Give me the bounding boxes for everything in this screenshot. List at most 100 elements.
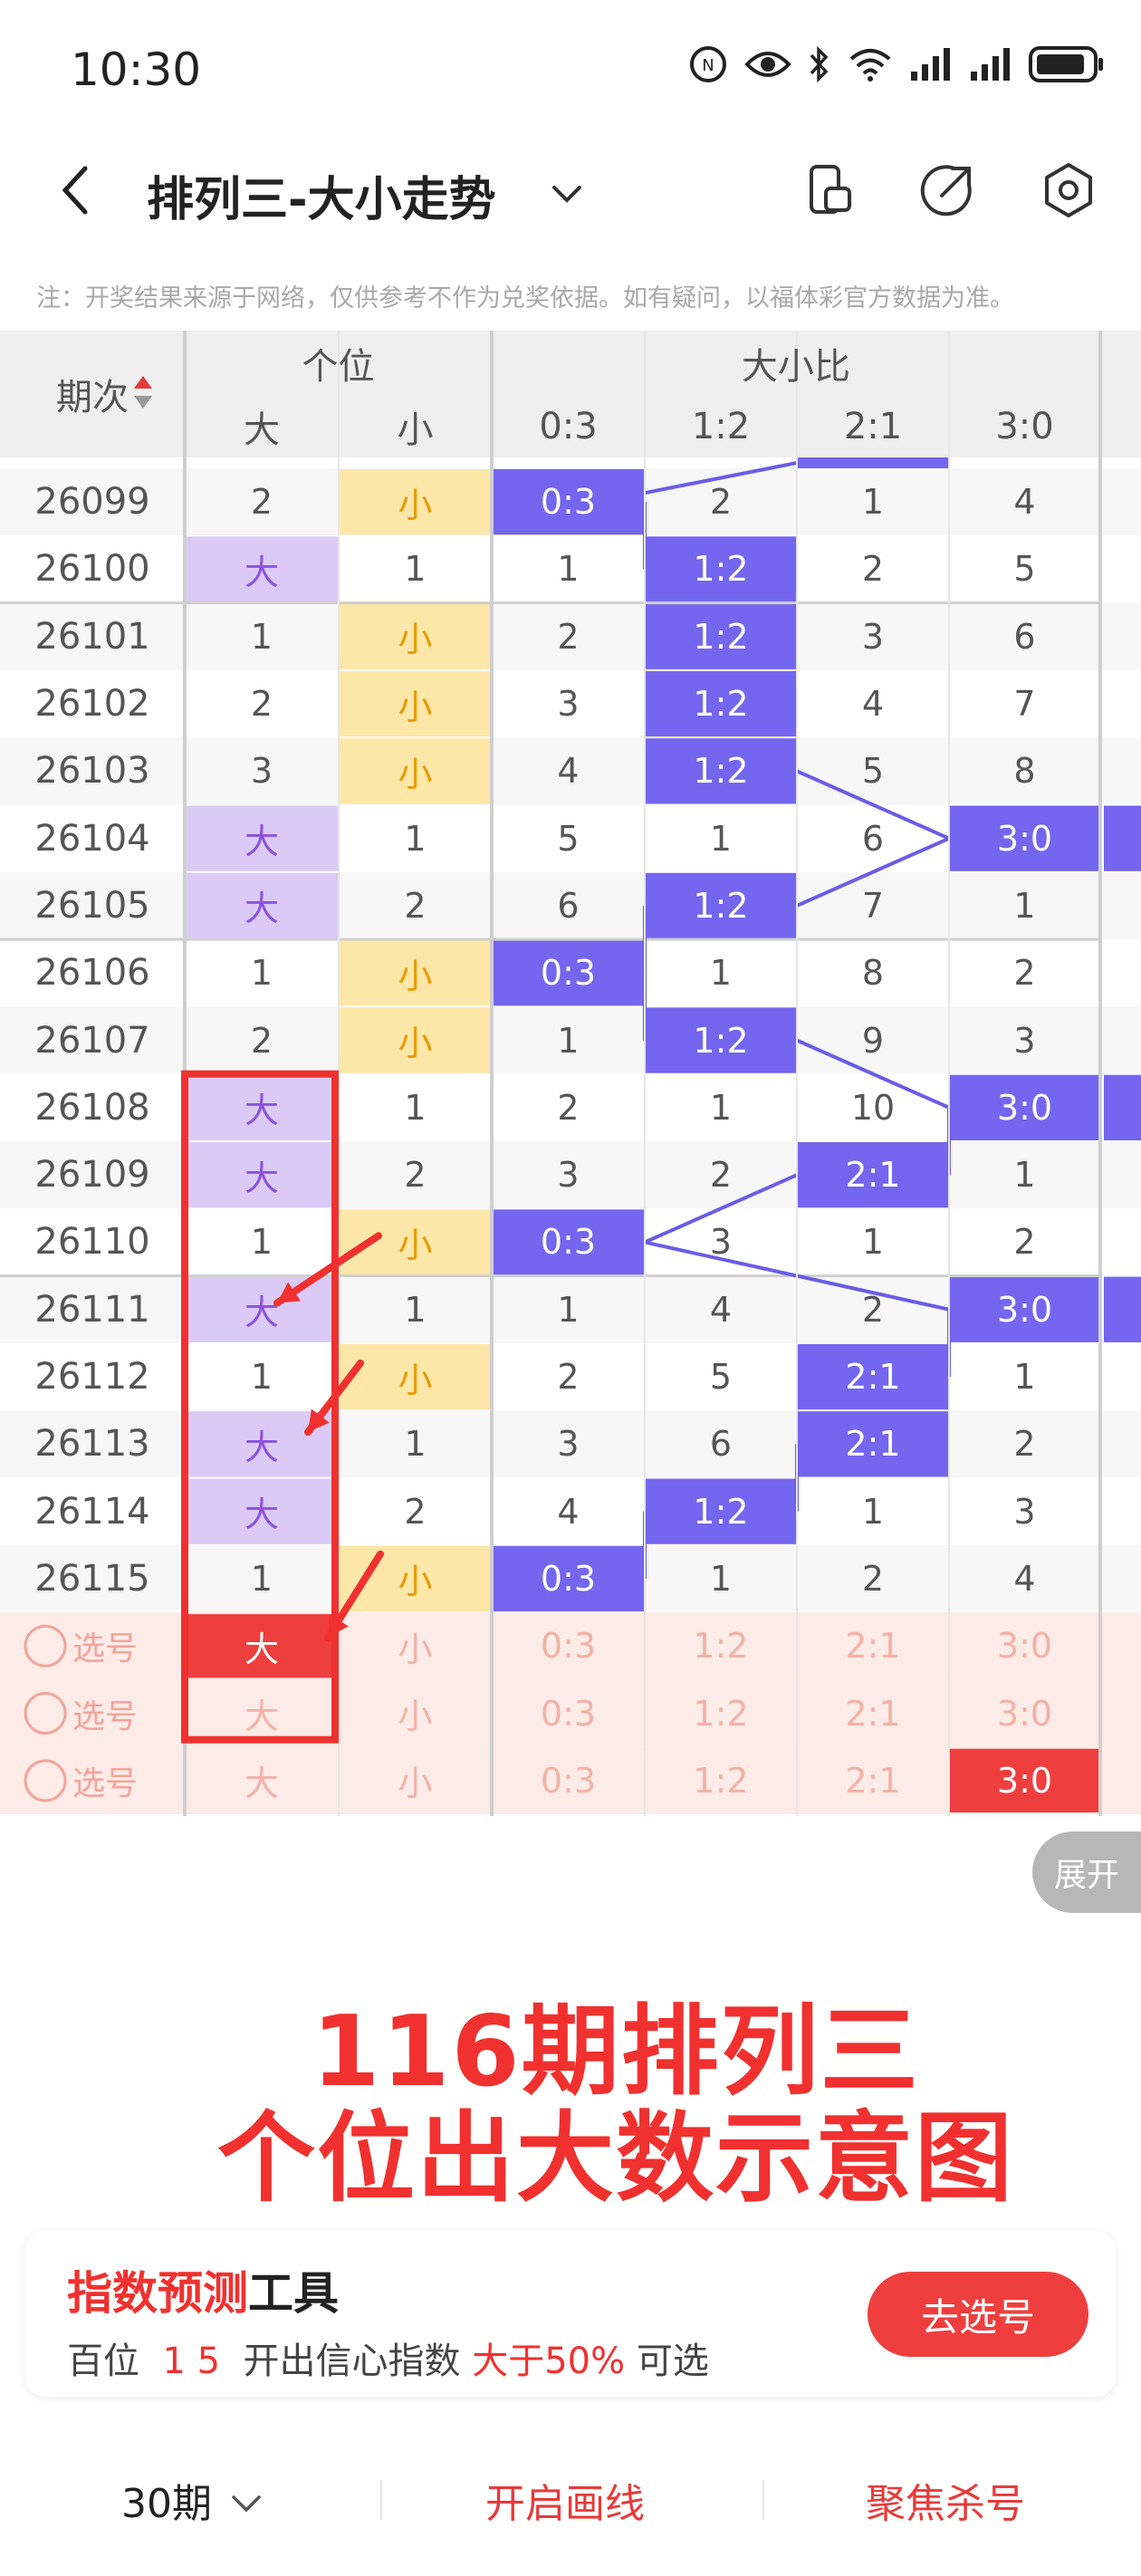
column-header: 3:0 [995,406,1054,447]
issue-number: 26105 [34,884,150,927]
select-option-cell[interactable]: 小 [339,1679,492,1746]
hit-cell: 3:0 [996,818,1053,859]
select-option-cell[interactable]: 3:0 [949,1612,1100,1679]
hit-cell: 小 [398,1562,433,1602]
page-title[interactable]: 排列三-大小走势 [147,161,496,229]
hit-cell: 1:2 [693,549,749,590]
battery-icon [1029,43,1105,85]
toolbar-divider [762,2480,764,2520]
desc-prefix: 百位 [67,2341,163,2382]
select-option-cell[interactable]: 3:0 [949,1747,1100,1814]
miss-count-cell: 3 [557,684,580,725]
miss-count-cell: 5 [557,818,580,859]
chevron-down-icon [232,2495,261,2513]
hit-cell: 小 [398,485,433,525]
column-header: 小 [397,409,434,451]
miss-count-cell: 3 [1013,1020,1036,1061]
miss-count-cell: 2 [861,549,885,590]
hit-cell: 小 [398,1360,433,1400]
miss-count-cell: 2 [861,1558,885,1599]
hit-cell: 小 [398,687,433,727]
signal-icon [909,43,953,85]
miss-count-cell: 1 [250,616,273,657]
overlay-caption-line2: 个位出大数示意图 [216,2102,1014,2216]
svg-text:N: N [702,56,714,75]
miss-count-cell: 1 [404,549,427,590]
miss-count-cell: 1 [709,1558,733,1599]
select-option-cell[interactable]: 3:0 [949,1679,1100,1746]
hit-cell: 1:2 [693,751,749,792]
miss-count-cell: 7 [1013,684,1036,725]
miss-count-cell: 4 [557,751,580,792]
settings-icon [1045,163,1092,217]
tool-title-suffix: 工具 [248,2267,339,2320]
back-button[interactable] [51,163,105,217]
focus-kill-button[interactable]: 聚焦杀号 [866,2471,1025,2529]
miss-count-cell: 8 [1013,751,1036,792]
miss-count-cell: 7 [861,885,885,926]
hit-cell: 0:3 [540,1558,597,1599]
issue-number: 26102 [34,683,150,726]
select-option-cell[interactable]: 大 [185,1747,339,1814]
desc-numbers: 1 5 [162,2341,221,2382]
go-select-button[interactable]: 去选号 [868,2272,1088,2357]
select-option-cell[interactable]: 1:2 [645,1679,797,1746]
select-option-cell[interactable]: 2:1 [797,1612,949,1679]
hit-cell: 1:2 [693,1491,749,1532]
miss-count-cell: 2 [404,885,427,926]
miss-count-cell: 1 [861,482,885,523]
select-option-cell[interactable]: 2:1 [797,1679,949,1746]
issue-number: 26107 [34,1019,150,1062]
miss-count-cell: 2 [1013,953,1036,994]
hit-cell: 0:3 [540,482,597,523]
select-option-cell[interactable]: 小 [339,1747,492,1814]
miss-count-cell: 2 [404,1491,427,1532]
hit-cell: 1:2 [693,684,749,725]
desc-suffix: 可选 [625,2341,709,2382]
issue-number: 26104 [34,817,150,860]
miss-count-cell: 3 [250,751,273,792]
disclaimer-notice: 注：开奖结果来源于网络，仅供参考不作为兑奖依据。如有疑问，以福体彩官方数据为准。 [36,284,1014,312]
hit-cell: 小 [398,956,433,996]
select-option-cell[interactable]: 大 [185,1679,339,1746]
select-option-cell[interactable]: 小 [339,1612,492,1679]
miss-count-cell: 1 [709,818,733,859]
miss-count-cell: 1 [404,1087,427,1128]
miss-count-cell: 1 [1013,885,1036,926]
miss-count-cell: 2 [861,1289,885,1330]
select-number-label: 选号 [72,1764,139,1802]
issue-number: 26101 [34,615,150,658]
sort-icon[interactable] [132,372,154,412]
miss-count-cell: 1 [1013,1155,1036,1196]
select-option-cell[interactable]: 0:3 [492,1612,645,1679]
hit-cell: 小 [398,1225,433,1265]
hit-cell: 2:1 [845,1155,901,1196]
miss-count-cell: 1 [709,1087,733,1128]
title-dropdown-button[interactable] [549,176,585,212]
settings-button[interactable] [1040,161,1098,219]
issue-number: 26112 [34,1356,150,1399]
chevron-down-icon [552,186,581,203]
hit-cell: 2:1 [845,1424,901,1465]
expand-button[interactable]: 展开 [1032,1831,1141,1913]
select-option-cell[interactable]: 大 [185,1612,339,1679]
select-option-cell[interactable]: 1:2 [645,1612,797,1679]
bottom-toolbar: 30期 开启画线 聚焦杀号 [0,2427,1141,2576]
miss-count-cell: 2 [1013,1222,1036,1263]
draw-line-button[interactable]: 开启画线 [485,2471,645,2529]
select-option-cell[interactable]: 1:2 [645,1747,797,1814]
miss-count-cell: 1 [250,1558,273,1599]
hit-cell: 0:3 [540,1222,597,1263]
miss-count-cell: 6 [1013,616,1036,657]
issue-number: 26115 [34,1557,150,1600]
select-option-cell[interactable]: 0:3 [492,1679,645,1746]
desc-percent: 大于50% [472,2341,626,2382]
hit-cell: 1:2 [693,616,749,657]
miss-count-cell: 4 [1013,1558,1036,1599]
period-selector[interactable]: 30期 [121,2471,263,2529]
select-option-cell[interactable]: 2:1 [797,1747,949,1814]
rotate-screen-button[interactable] [801,161,858,219]
hit-cell: 小 [398,1024,433,1064]
select-option-cell[interactable]: 0:3 [492,1747,645,1814]
share-button[interactable] [918,161,976,219]
